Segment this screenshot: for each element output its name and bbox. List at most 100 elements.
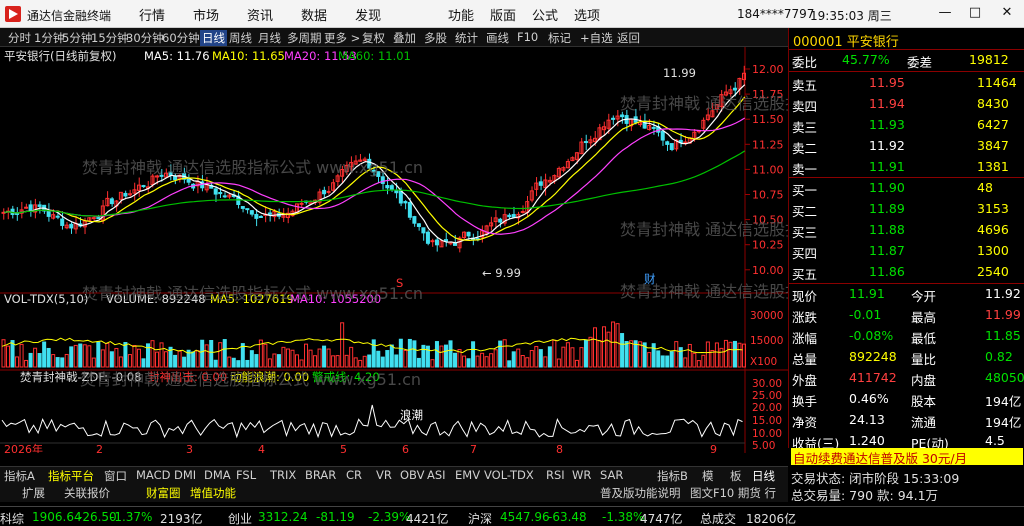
toolbar-item-19[interactable]: 返回 (617, 30, 640, 46)
indicator-tab-5[interactable]: DMA (204, 468, 231, 482)
vol-bar-81 (367, 354, 372, 368)
indicator-tab-3[interactable]: MACD (136, 468, 170, 482)
ext-tab-3[interactable]: 增值功能 (190, 485, 236, 501)
indicator-tab-0[interactable]: 指标A (4, 468, 35, 484)
vol-bar-82 (371, 339, 376, 368)
toolbar-item-12[interactable]: 叠加 (393, 30, 416, 46)
toolbar-item-3[interactable]: 15分钟 (91, 30, 129, 46)
vol-bar-15 (69, 346, 74, 368)
toolbar-item-2[interactable]: 5分钟 (62, 30, 92, 46)
more-links[interactable]: 图文F10 期货 行 (690, 485, 776, 501)
stat-row-0-part-0: 现价 (792, 289, 818, 304)
toolbar-item-9[interactable]: 多周期 (287, 30, 322, 46)
indicator-tab-15[interactable]: RSI (546, 468, 565, 482)
vol-tick-1: 15000 (750, 335, 783, 347)
weibi-row-part-0: 委比 (792, 55, 818, 70)
menu-xuanxiang[interactable]: 选项 (566, 5, 608, 24)
candle-body-41 (186, 178, 191, 183)
user-account[interactable]: 184****7797 (737, 7, 814, 21)
indicator-tab-2[interactable]: 窗口 (104, 468, 127, 484)
indicator-tab-10[interactable]: VR (376, 468, 392, 482)
indicator-tab-19[interactable]: 模 (702, 468, 714, 484)
index-name-0[interactable]: 科综 (0, 510, 24, 526)
stat-row-5-part-3: 194亿 (985, 394, 1022, 409)
ext-tab-2[interactable]: 财富圈 (146, 485, 181, 501)
toolbar-item-15[interactable]: 画线 (486, 30, 509, 46)
kline-chart-area[interactable]: 12.00 11.75 11.50 11.25 11.00 10.75 10.50 10.25… (0, 47, 788, 453)
toolbar-item-16[interactable]: F10 (517, 30, 538, 44)
promo-banner[interactable]: 自动续费通达信普及版 30元/月 (791, 448, 1023, 466)
toolbar-item-6[interactable]: 日线 (200, 30, 227, 46)
x-label-4: 5 (340, 443, 347, 453)
menu-gongshi[interactable]: 公式 (524, 5, 566, 24)
toolbar-item-17[interactable]: 标记 (548, 30, 571, 46)
stat-row-3: 总量 892248 量比 0.82 (789, 347, 1024, 368)
close-icon[interactable]: ✕ (996, 4, 1018, 22)
menu-zixun[interactable]: 资讯 (233, 5, 287, 24)
toolbar-item-18[interactable]: +自选 (580, 30, 613, 46)
indicator-tab-13[interactable]: EMV (455, 468, 480, 482)
toolbar-item-5[interactable]: 60分钟 (162, 30, 200, 46)
ext-tab-1[interactable]: 关联报价 (64, 485, 110, 501)
index-name-2[interactable]: 沪深 (468, 510, 492, 526)
indicator-tab-8[interactable]: BRAR (305, 468, 336, 482)
menu-shuju[interactable]: 数据 (287, 5, 341, 24)
indicator-tab-17[interactable]: SAR (600, 468, 623, 482)
vol-bar-38 (173, 354, 178, 368)
indicator-tab-4[interactable]: DMI (174, 468, 196, 482)
indicator-tab-12[interactable]: ASI (427, 468, 446, 482)
bid-row-0-part-1: 11.90 (869, 180, 905, 195)
menu-hangqing[interactable]: 行情 (125, 5, 179, 24)
bid-row-4-part-1: 11.86 (869, 264, 905, 279)
indicator-tab-18[interactable]: 指标B (657, 468, 688, 484)
indicator-tab-16[interactable]: WR (572, 468, 591, 482)
minimize-icon[interactable]: — (934, 4, 956, 22)
candle-body-112 (507, 214, 512, 218)
vol-bar-9 (42, 341, 47, 368)
toolbar-item-7[interactable]: 周线 (229, 30, 252, 46)
ind-tick-3: 15.00 (752, 415, 782, 427)
toolbar-item-8[interactable]: 月线 (258, 30, 281, 46)
menu-shichang[interactable]: 市场 (179, 5, 233, 24)
toolbar-item-14[interactable]: 统计 (455, 30, 478, 46)
status-panel: 自动续费通达信普及版 30元/月 交易状态: 闭市阶段 15:33:09 总交易… (788, 448, 1024, 519)
vol-bar-146 (660, 355, 665, 368)
toolbar-item-4[interactable]: 30分钟 (126, 30, 164, 46)
toolbar-item-13[interactable]: 多股 (424, 30, 447, 46)
index-pct-1: -2.39% (368, 510, 411, 524)
candle-body-89 (403, 201, 408, 204)
stat-row-5-part-1: 0.46% (849, 391, 889, 406)
menu-gongneng[interactable]: 功能 (440, 5, 482, 24)
vol-bar-138 (624, 341, 629, 368)
ext-tab-0[interactable]: 扩展 (22, 485, 45, 501)
menu-banmian[interactable]: 版面 (482, 5, 524, 24)
indicator-tab-11[interactable]: OBV (400, 468, 424, 482)
quote-panel: 000001 平安银行 委比 45.77% 委差 19812 卖五 11.95 11464 卖… (788, 28, 1024, 451)
toolbar-item-11[interactable]: 复权 (362, 30, 385, 46)
stat-row-6-part-0: 净资 (792, 415, 818, 430)
maximize-icon[interactable]: □ (964, 4, 986, 22)
indicator-tab-7[interactable]: TRIX (270, 468, 296, 482)
price-tick-label-8: 10.00 (752, 264, 784, 277)
candle-body-88 (398, 190, 403, 204)
vol-bar-84 (380, 356, 385, 368)
stat-row-6: 净资 24.13 流通 194亿 (789, 410, 1024, 431)
toolbar-item-1[interactable]: 1分钟 (34, 30, 64, 46)
indicator-tab-14[interactable]: VOL-TDX (484, 468, 534, 482)
kline-chart-svg[interactable]: 12.0011.7511.5011.2511.0010.7510.5010.25… (0, 47, 788, 453)
indicator-tab-9[interactable]: CR (346, 468, 362, 482)
index-name-1[interactable]: 创业 (228, 510, 252, 526)
index-amount-0: 2193亿 (160, 512, 203, 526)
candle-body-93 (421, 227, 426, 234)
menu-faxian[interactable]: 发现 (341, 5, 395, 24)
toolbar-item-10[interactable]: 更多 > (324, 30, 360, 46)
vol-bar-98 (443, 344, 449, 368)
indicator-tab-20[interactable]: 板 (730, 468, 742, 484)
indicator-tab-6[interactable]: FSL (236, 468, 256, 482)
indicator-tab-1[interactable]: 指标平台 (48, 468, 94, 484)
candle-body-137 (620, 114, 625, 118)
help-link[interactable]: 普及版功能说明 (600, 485, 681, 501)
candle-body-119 (538, 181, 543, 186)
x-label-7: 8 (556, 443, 563, 453)
toolbar-item-0[interactable]: 分时 (8, 30, 31, 46)
